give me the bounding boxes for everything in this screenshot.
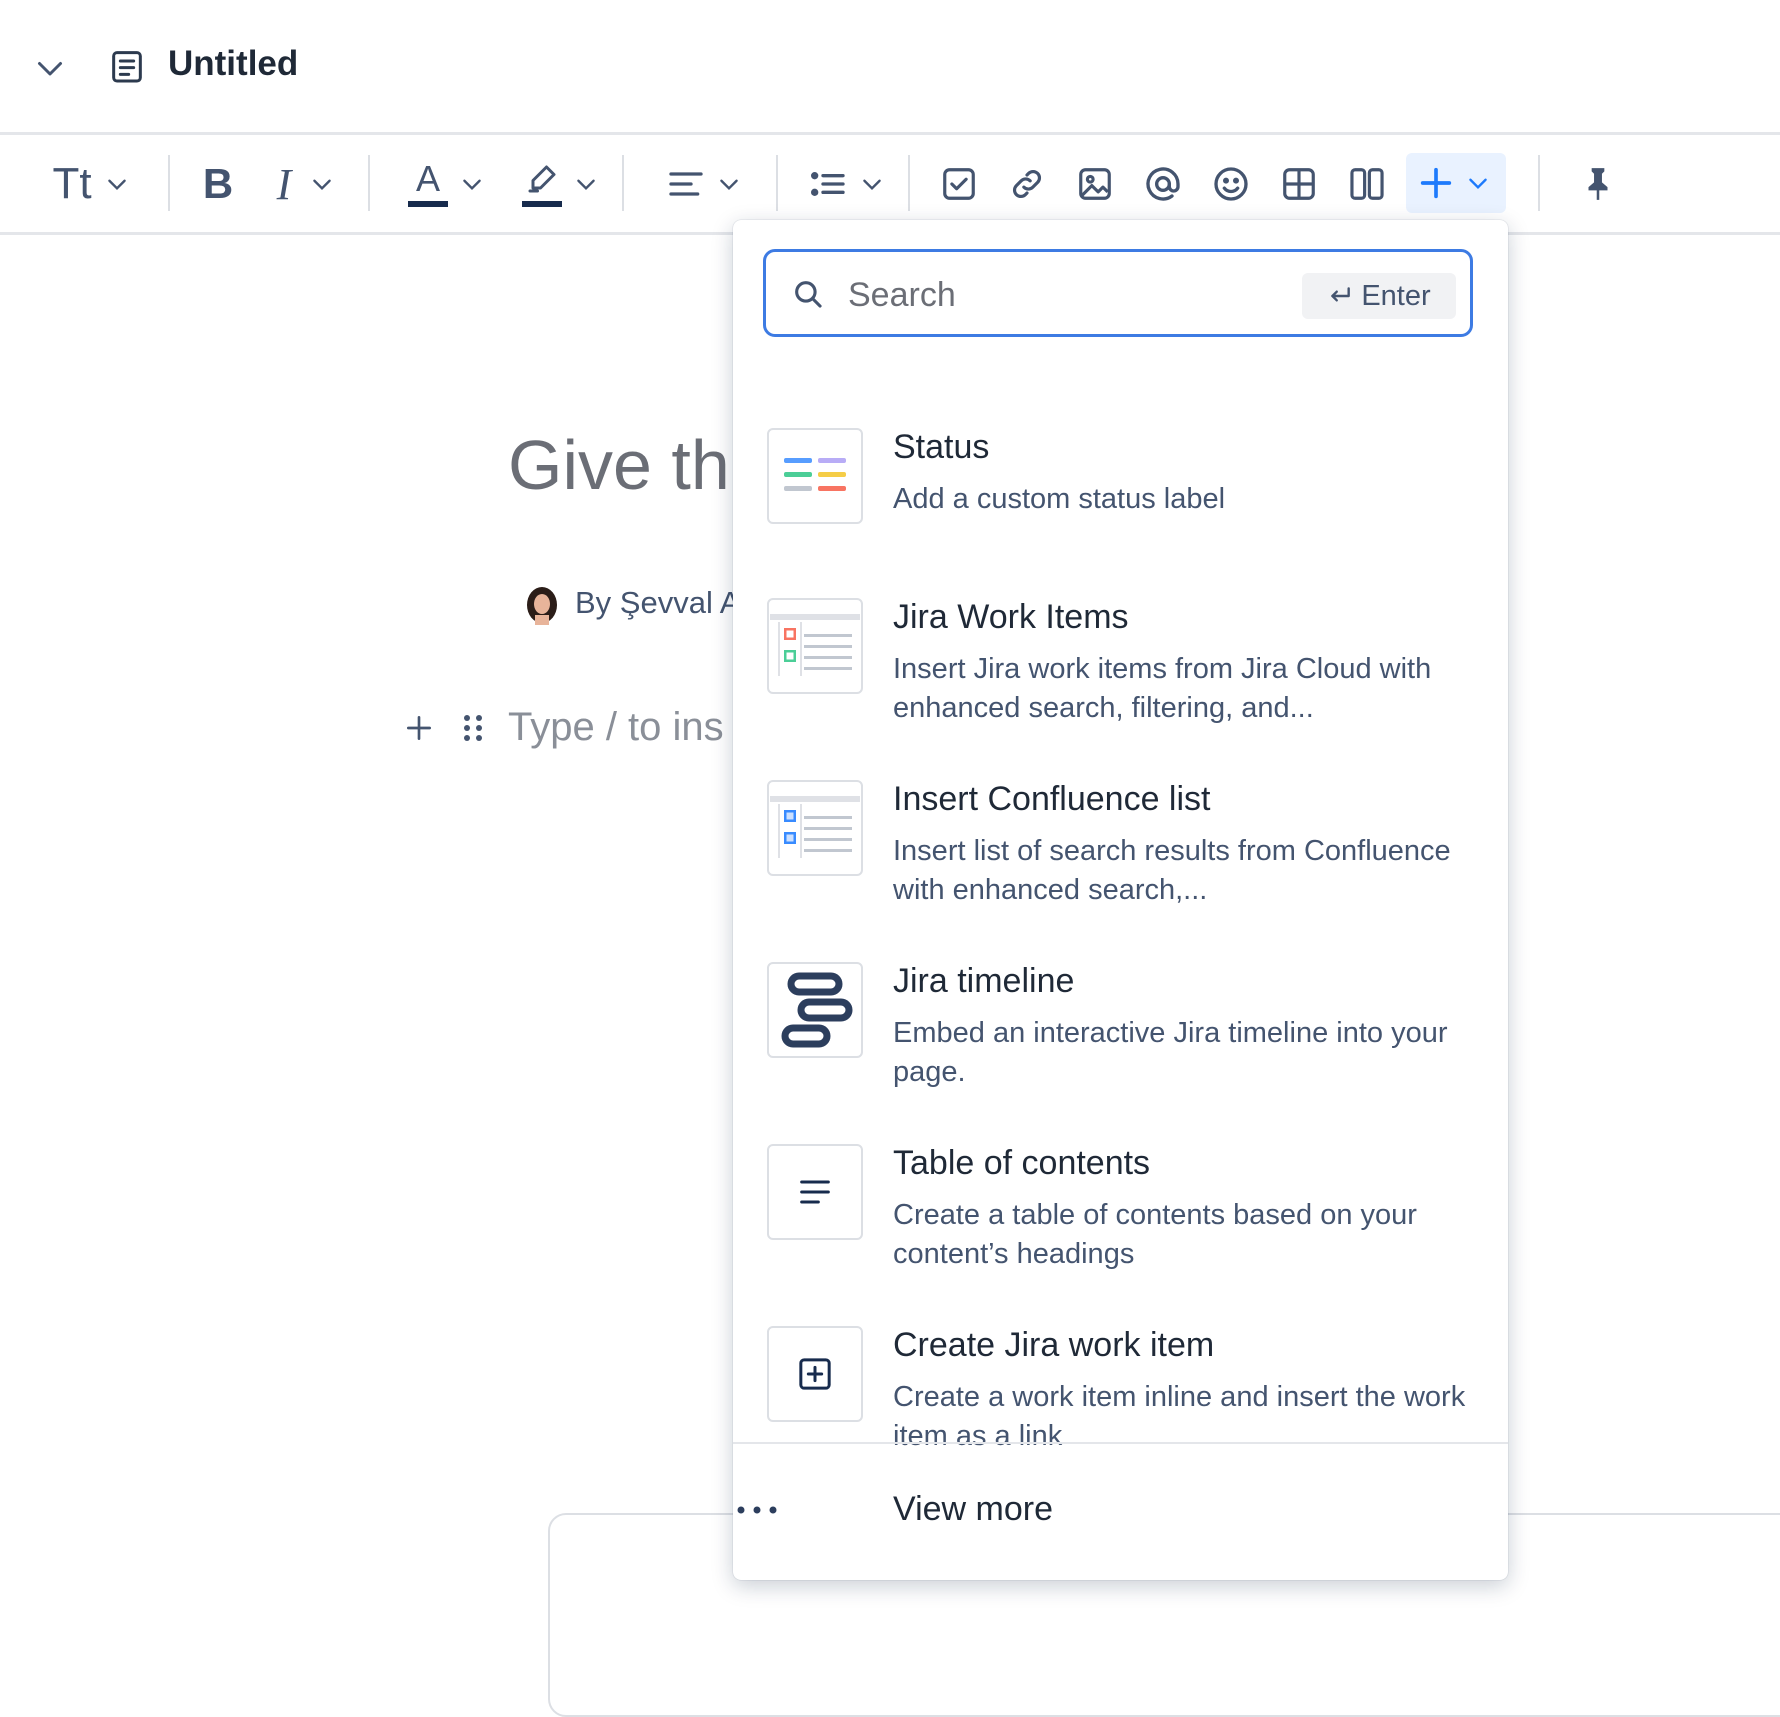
emoji-icon <box>1214 167 1248 201</box>
menu-item-title: Create Jira work item <box>893 1326 1215 1364</box>
menu-item-title: Status <box>893 428 990 466</box>
menu-item-jira-timeline[interactable]: Jira timeline Embed an interactive Jira … <box>733 962 1508 1132</box>
link-icon <box>1013 170 1041 198</box>
view-more-label: View more <box>893 1490 1053 1528</box>
status-icon <box>767 428 863 524</box>
menu-item-title: Jira Work Items <box>893 598 1129 636</box>
chevron-down-icon[interactable] <box>32 48 68 88</box>
emoji-button[interactable] <box>1209 155 1253 213</box>
timeline-icon <box>767 962 863 1058</box>
menu-item-description: Create a work item inline and insert the… <box>893 1381 1466 1452</box>
divider <box>733 1442 1508 1444</box>
search-input[interactable] <box>846 270 1230 320</box>
menu-item-title: Table of contents <box>893 1144 1151 1182</box>
menu-item-description: Create a table of contents based on your… <box>893 1199 1417 1270</box>
menu-item-jira-work-items[interactable]: Jira Work Items Insert Jira work items f… <box>733 598 1508 768</box>
search-box[interactable]: Enter <box>763 249 1473 337</box>
italic-dropdown[interactable]: I <box>266 155 346 213</box>
byline: By Şevval A <box>575 585 741 620</box>
menu-item-description: Insert Jira work items from Jira Cloud w… <box>893 653 1432 724</box>
menu-item-title: Jira timeline <box>893 962 1075 1000</box>
search-icon <box>790 276 826 312</box>
link-button[interactable] <box>1005 155 1049 213</box>
action-item-icon <box>943 168 975 200</box>
menu-item-description: Embed an interactive Jira timeline into … <box>893 1017 1448 1088</box>
list-icon <box>810 172 845 197</box>
align-icon <box>669 172 703 196</box>
action-item-button[interactable] <box>937 155 981 213</box>
avatar <box>525 585 559 625</box>
bold-icon: B <box>202 160 234 207</box>
chevron-down-icon <box>1464 169 1492 197</box>
menu-item-table-of-contents[interactable]: Table of contents Create a table of cont… <box>733 1144 1508 1314</box>
title-placeholder[interactable]: Give thi <box>508 425 745 505</box>
enter-shortcut-badge: Enter <box>1302 273 1456 319</box>
align-dropdown[interactable] <box>662 155 746 213</box>
highlight-dropdown[interactable] <box>518 155 602 213</box>
menu-item-description: Insert list of search results from Confl… <box>893 835 1451 906</box>
more-icon <box>733 1490 781 1530</box>
table-of-contents-icon <box>767 1144 863 1240</box>
image-icon <box>1079 168 1111 200</box>
add-box-icon <box>767 1326 863 1422</box>
mention-icon <box>1146 167 1180 201</box>
enter-key-icon <box>1331 287 1351 302</box>
italic-icon: I <box>276 159 292 209</box>
insert-button[interactable] <box>1406 153 1506 213</box>
menu-item-description: Add a custom status label <box>893 483 1226 515</box>
table-button[interactable] <box>1277 155 1321 213</box>
image-button[interactable] <box>1073 155 1117 213</box>
insert-menu: Enter Status Add a custom status label <box>733 220 1508 1580</box>
insert-icon <box>1416 163 1456 203</box>
menu-item-status[interactable]: Status Add a custom status label <box>733 428 1508 598</box>
text-style-dropdown[interactable]: Tt <box>46 155 136 213</box>
jira-work-items-icon <box>767 598 863 694</box>
confluence-list-icon <box>767 780 863 876</box>
layout-icon <box>1350 168 1384 200</box>
body-placeholder[interactable]: Type / to ins <box>508 705 724 750</box>
view-more-button[interactable]: View more <box>733 1446 1508 1576</box>
enter-label: Enter <box>1361 279 1431 312</box>
highlight-icon <box>521 161 563 207</box>
text-color-icon: A <box>407 161 449 207</box>
add-block-icon[interactable] <box>402 711 436 745</box>
document-icon <box>106 45 148 87</box>
pin-toolbar-button[interactable] <box>1576 155 1620 213</box>
text-style-label: Tt <box>52 159 92 208</box>
drag-handle-icon[interactable] <box>458 711 488 745</box>
menu-item-insert-confluence-list[interactable]: Insert Confluence list Insert list of se… <box>733 780 1508 950</box>
mention-button[interactable] <box>1141 155 1185 213</box>
page-header: Untitled <box>0 0 1780 135</box>
table-icon <box>1283 168 1315 200</box>
text-color-dropdown[interactable]: A <box>404 155 488 213</box>
pin-icon <box>1588 168 1608 200</box>
list-dropdown[interactable] <box>804 155 888 213</box>
layout-button[interactable] <box>1345 155 1389 213</box>
page-title[interactable]: Untitled <box>168 44 298 84</box>
bold-button[interactable]: B <box>196 155 240 213</box>
menu-item-title: Insert Confluence list <box>893 780 1211 818</box>
